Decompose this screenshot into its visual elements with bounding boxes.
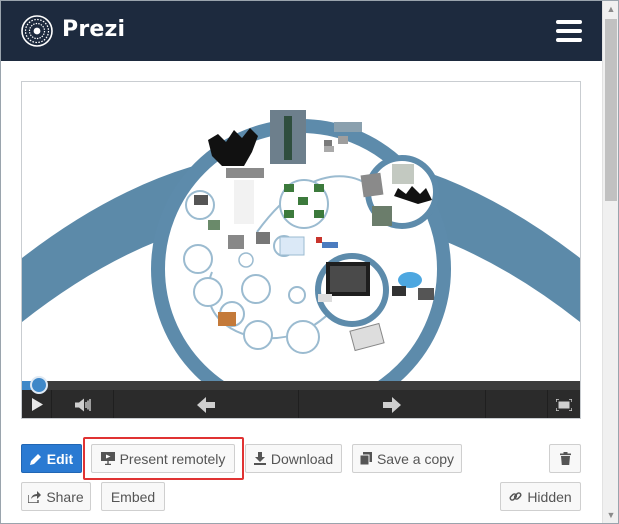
brand-name[interactable]: Prezi (62, 17, 125, 42)
copy-icon (359, 452, 372, 465)
edit-label: Edit (46, 450, 74, 467)
presentation-canvas[interactable] (22, 82, 580, 382)
save-copy-button[interactable]: Save a copy (352, 444, 462, 473)
download-icon (253, 452, 266, 465)
present-remotely-label: Present remotely (119, 450, 226, 467)
next-step-button[interactable] (299, 390, 486, 418)
share-icon (28, 490, 42, 503)
trash-icon (559, 452, 571, 465)
delete-button[interactable] (549, 444, 581, 473)
save-copy-label: Save a copy (376, 450, 455, 467)
vertical-scrollbar[interactable]: ▲ ▼ (602, 1, 618, 523)
presentation-preview[interactable] (21, 81, 581, 419)
arrow-left-icon (197, 396, 215, 413)
fullscreen-icon (556, 398, 572, 411)
link-icon (509, 492, 522, 501)
visibility-hidden-button[interactable]: Hidden (500, 482, 581, 511)
share-label: Share (46, 488, 84, 505)
scroll-up-arrow-icon[interactable]: ▲ (603, 1, 619, 17)
embed-button[interactable]: Embed (101, 482, 165, 511)
volume-button[interactable] (52, 390, 114, 418)
app-header: Prezi (1, 1, 602, 61)
present-remotely-button[interactable]: Present remotely (91, 444, 235, 473)
download-button[interactable]: Download (245, 444, 342, 473)
scroll-down-arrow-icon[interactable]: ▼ (603, 507, 619, 523)
edit-button[interactable]: Edit (21, 444, 82, 473)
fullscreen-button[interactable] (548, 390, 580, 418)
scrollbar-thumb[interactable] (605, 19, 617, 201)
previous-step-button[interactable] (114, 390, 299, 418)
progress-track[interactable] (22, 381, 580, 390)
pencil-icon (29, 453, 41, 465)
arrow-right-icon (383, 396, 401, 413)
controls-spacer (486, 390, 548, 418)
hamburger-menu-icon[interactable] (556, 20, 582, 42)
play-icon (31, 398, 43, 411)
prezi-logo-icon[interactable] (21, 15, 53, 47)
embed-label: Embed (110, 488, 156, 505)
play-button[interactable] (22, 390, 52, 418)
volume-icon (74, 398, 91, 411)
present-screen-icon (100, 452, 115, 465)
hidden-label: Hidden (527, 488, 572, 505)
share-button[interactable]: Share (21, 482, 91, 511)
download-label: Download (270, 450, 334, 467)
